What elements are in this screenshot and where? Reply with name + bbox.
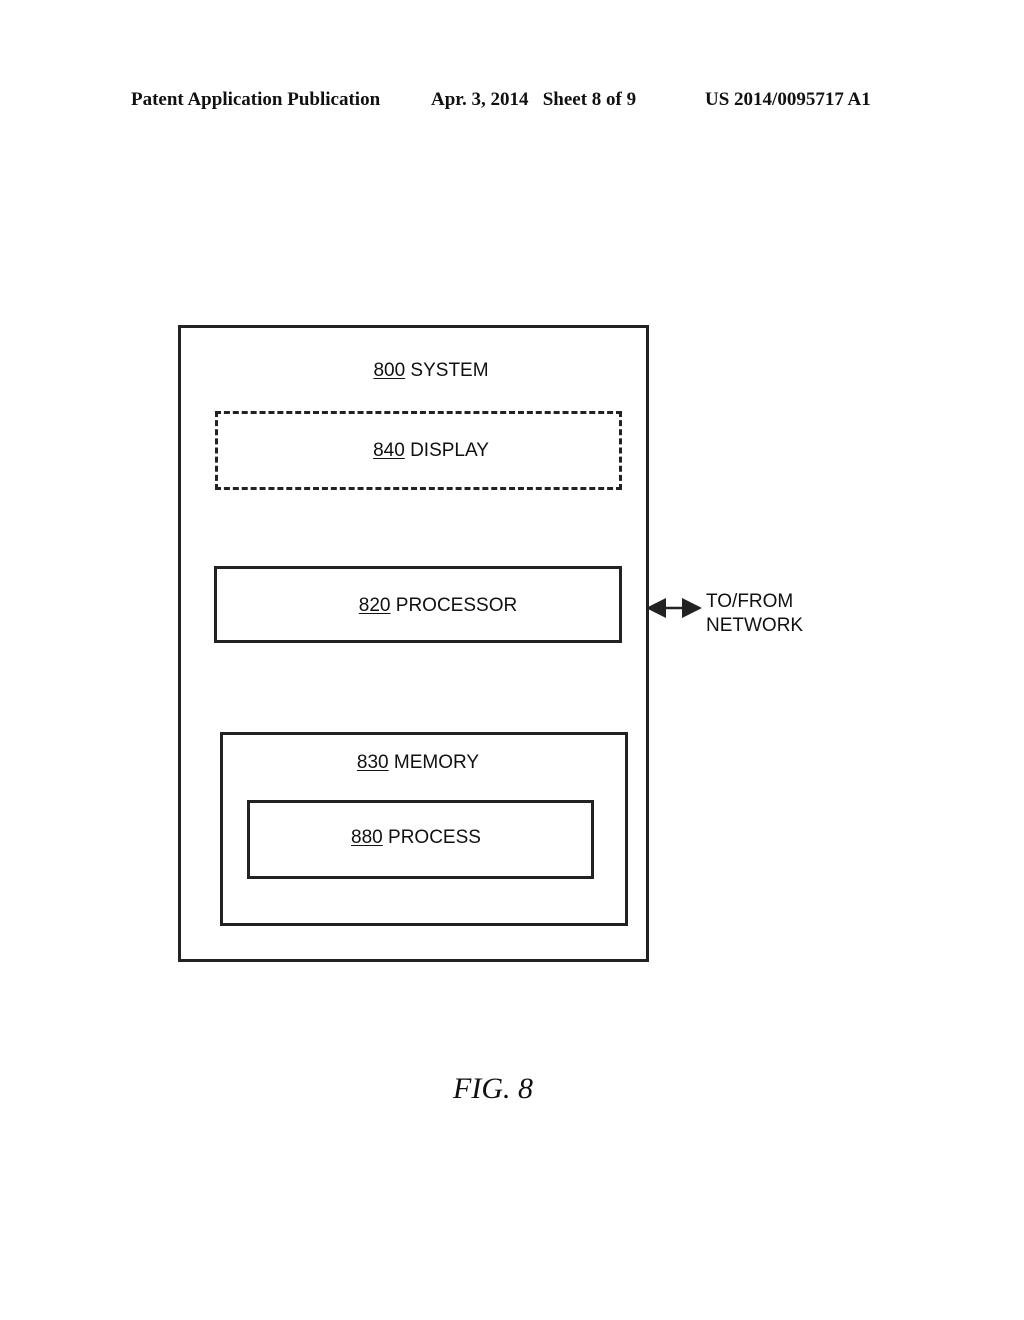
figure-caption: FIG. 8 bbox=[453, 1072, 533, 1105]
network-label-line2: NETWORK bbox=[706, 615, 804, 636]
network-label-line1: TO/FROM bbox=[706, 591, 794, 612]
network-label: TO/FROM NETWORK bbox=[706, 590, 803, 638]
network-connector bbox=[646, 598, 702, 618]
